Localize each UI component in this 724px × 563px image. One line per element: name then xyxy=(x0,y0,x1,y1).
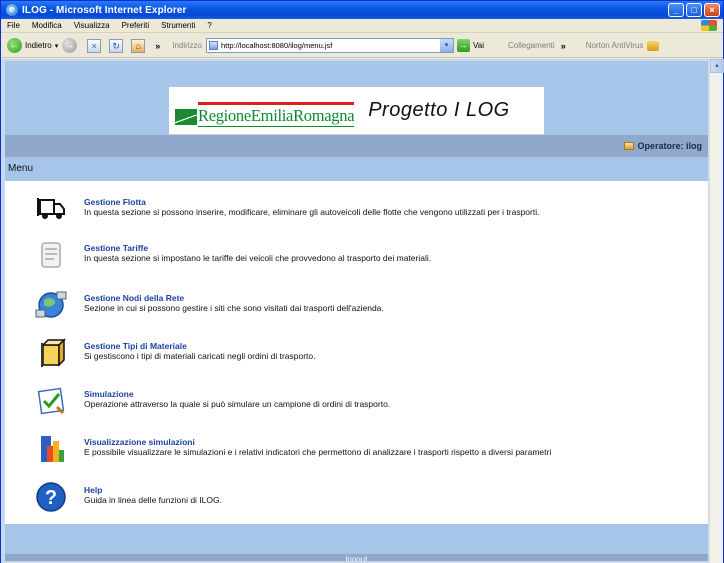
regione-logo-text: RegioneEmiliaRomagna xyxy=(198,101,355,127)
operator-bar: Operatore: ilog xyxy=(5,135,708,157)
scroll-up-icon[interactable]: ▲ xyxy=(710,59,724,73)
item-title[interactable]: Simulazione xyxy=(84,389,134,399)
svg-text:?: ? xyxy=(45,487,57,509)
menu-strumenti[interactable]: Strumenti xyxy=(161,21,195,30)
close-button[interactable]: × xyxy=(704,3,720,17)
list-item: Gestione Tariffe In questa sezione si im… xyxy=(5,235,708,281)
browser-viewport: RegioneEmiliaRomagna Progetto I LOG Oper… xyxy=(1,59,724,563)
list-item: Visualizzazione simulazioni E possibile … xyxy=(5,429,708,475)
item-description: Sezione in cui si possono gestire i siti… xyxy=(84,303,384,313)
go-button[interactable]: → Vai xyxy=(457,39,484,52)
back-label: Indietro xyxy=(25,41,52,50)
item-description: Si gestiscono i tipi di materiali carica… xyxy=(84,351,316,361)
item-title[interactable]: Gestione Flotta xyxy=(84,197,146,207)
windows-logo-icon xyxy=(701,20,717,31)
page-title: Progetto I LOG xyxy=(368,99,510,121)
network-globe-icon[interactable] xyxy=(33,287,69,323)
maximize-button[interactable]: □ xyxy=(686,3,702,17)
box-icon[interactable] xyxy=(33,335,69,371)
refresh-icon[interactable]: ↻ xyxy=(109,38,124,53)
logout-link[interactable]: logout xyxy=(5,554,708,561)
menu-bar: File Modifica Visualizza Preferiti Strum… xyxy=(1,19,723,33)
list-item: Gestione Flotta In questa sezione si pos… xyxy=(5,189,708,235)
item-description: Guida in linea delle funzioni di ILOG. xyxy=(84,495,222,505)
checklist-icon[interactable] xyxy=(33,383,69,419)
address-dropdown-icon[interactable]: ▾ xyxy=(440,39,454,52)
menu-file[interactable]: File xyxy=(7,21,20,30)
regione-flag-icon xyxy=(175,108,197,125)
stop-icon[interactable]: × xyxy=(87,38,102,53)
item-description: In questa sezione si possono inserire, m… xyxy=(84,207,540,217)
links-label[interactable]: Collegamenti xyxy=(508,41,555,50)
back-arrow-icon: ← xyxy=(7,38,22,53)
list-item: Gestione Nodi della Rete Sezione in cui … xyxy=(5,285,708,331)
item-title[interactable]: Help xyxy=(84,485,102,495)
user-icon xyxy=(624,142,635,150)
menu-preferiti[interactable]: Preferiti xyxy=(122,21,150,30)
list-item: Gestione Tipi di Materiale Si gestiscono… xyxy=(5,333,708,379)
item-description: Operazione attraverso la quale si può si… xyxy=(84,399,391,409)
go-label: Vai xyxy=(473,41,484,50)
links-overflow-icon[interactable]: » xyxy=(561,41,566,51)
operator-label: Operatore: ilog xyxy=(637,141,702,151)
item-title[interactable]: Gestione Nodi della Rete xyxy=(84,293,184,303)
price-tag-icon[interactable] xyxy=(33,237,69,273)
item-title[interactable]: Visualizzazione simulazioni xyxy=(84,437,195,447)
item-description: In questa sezione si impostano le tariff… xyxy=(84,253,432,263)
page-content: RegioneEmiliaRomagna Progetto I LOG Oper… xyxy=(5,61,708,561)
item-title[interactable]: Gestione Tipi di Materiale xyxy=(84,341,187,351)
title-bar: e ILOG - Microsoft Internet Explorer _ □… xyxy=(1,1,723,19)
minimize-button[interactable]: _ xyxy=(668,3,684,17)
norton-label[interactable]: Norton AntiVirus xyxy=(586,41,644,50)
address-field[interactable]: http://localhost:8080/ilog/menu.jsf ▾ xyxy=(206,38,455,53)
footer-strip xyxy=(5,524,708,554)
norton-icon[interactable] xyxy=(647,40,660,51)
forward-button[interactable]: → xyxy=(62,38,78,53)
help-icon[interactable]: ? xyxy=(33,479,69,515)
address-value[interactable]: http://localhost:8080/ilog/menu.jsf xyxy=(221,41,440,50)
menu-modifica[interactable]: Modifica xyxy=(32,21,62,30)
chevron-down-icon[interactable]: ▾ xyxy=(55,42,59,50)
address-label: Indirizzo xyxy=(172,41,203,50)
home-icon[interactable]: ⌂ xyxy=(131,38,146,53)
toolbar-overflow-icon[interactable]: » xyxy=(155,41,160,51)
menu-visualizza[interactable]: Visualizza xyxy=(74,21,110,30)
menu-help[interactable]: ? xyxy=(207,21,211,30)
back-button[interactable]: ← Indietro ▾ xyxy=(7,38,62,53)
window-title: ILOG - Microsoft Internet Explorer xyxy=(22,4,187,16)
list-item: ? Help Guida in linea delle funzioni di … xyxy=(5,477,708,523)
browser-window: e ILOG - Microsoft Internet Explorer _ □… xyxy=(0,0,724,563)
toolbar: ← Indietro ▾ → × ↻ ⌂ » Indirizzo http://… xyxy=(1,34,723,58)
go-arrow-icon: → xyxy=(457,39,471,52)
banner-box: RegioneEmiliaRomagna Progetto I LOG xyxy=(169,87,544,135)
regione-logo: RegioneEmiliaRomagna xyxy=(175,97,355,127)
page-icon xyxy=(209,41,219,50)
menu-section-bar: Menu xyxy=(5,157,708,181)
list-item: Simulazione Operazione attraverso la qua… xyxy=(5,381,708,427)
ie-icon: e xyxy=(6,4,18,16)
item-description: E possibile visualizzare le simulazioni … xyxy=(84,447,552,457)
item-title[interactable]: Gestione Tariffe xyxy=(84,243,148,253)
header-strip xyxy=(5,61,708,87)
menu-heading: Menu xyxy=(8,163,34,174)
banner: RegioneEmiliaRomagna Progetto I LOG xyxy=(5,87,708,135)
vertical-scrollbar[interactable]: ▲ xyxy=(709,59,724,563)
truck-icon[interactable] xyxy=(33,191,69,227)
operator-info: Operatore: ilog xyxy=(624,141,702,151)
bar-chart-icon[interactable] xyxy=(33,431,69,467)
